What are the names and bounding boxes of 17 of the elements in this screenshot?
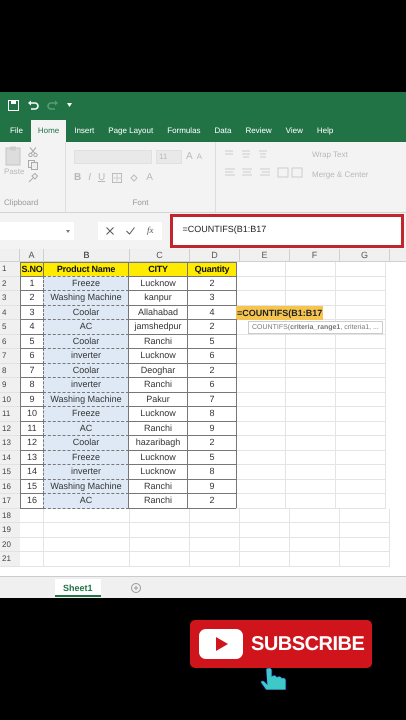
table-cell: inverter [43, 377, 129, 392]
group-label: Clipboard [4, 197, 40, 209]
group-label: Font [132, 197, 148, 209]
table-cell: AC [43, 319, 129, 334]
header-cell: Product Name [43, 262, 129, 276]
header-cell: CITY [128, 262, 188, 276]
table-cell: Washing Machine [43, 290, 129, 306]
table-cell: 16 [20, 493, 44, 508]
table-cell: Freeze [43, 406, 129, 422]
table-cell: Ranchi [128, 493, 188, 508]
table-cell: 2 [187, 493, 237, 508]
header-cell: Quantity [187, 262, 237, 276]
table-cell: inverter [43, 348, 129, 364]
formula-text: =COUNTIFS(B1:B17 [182, 223, 266, 236]
table-cell: Coolar [43, 435, 129, 450]
table-cell: AC [43, 493, 129, 508]
table-cell: inverter [43, 464, 129, 480]
